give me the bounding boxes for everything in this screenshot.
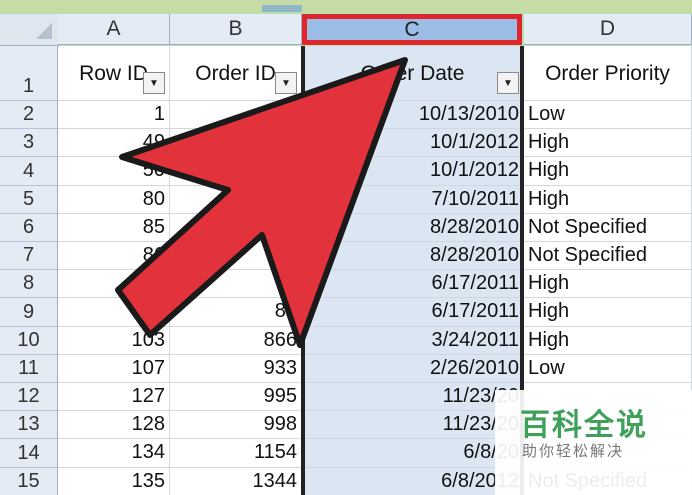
- watermark-title: 百科全说: [520, 409, 648, 442]
- spreadsheet-window: ABCD 1 2 3 4 5 6 7 8 9 10 11 12 13 14 15 Row ID ▼ Order …: [0, 0, 692, 495]
- watermark-subtitle: 助你轻松解决: [522, 443, 625, 460]
